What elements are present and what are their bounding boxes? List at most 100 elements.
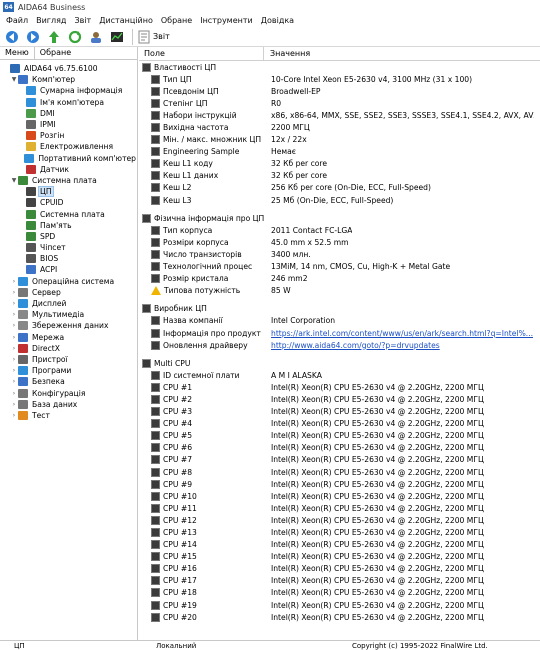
property-row[interactable]: CPU #10 Intel(R) Xeon(R) CPU E5-2630 v4 @… [139,490,540,502]
tree-item-bios[interactable]: BIOS [0,253,137,264]
tree-item-spd[interactable]: SPD [0,231,137,242]
property-row[interactable]: Кеш L2 256 Кб per core (On-Die, ECC, Full… [139,182,540,194]
property-row[interactable]: Engineering Sample Немає [139,146,540,158]
tree-item-motherboard-sub[interactable]: Системна плата [0,208,137,219]
tree-item-ipmi[interactable]: IPMI [0,119,137,130]
tree-item-dmi[interactable]: DMI [0,108,137,119]
menu-view[interactable]: Вигляд [32,16,70,25]
chevron-right-icon[interactable]: › [10,300,18,307]
back-button[interactable] [4,29,20,45]
property-row[interactable]: CPU #19 Intel(R) Xeon(R) CPU E5-2630 v4 @… [139,599,540,611]
property-row[interactable]: ID системної плати A M I ALASKA [139,369,540,381]
refresh-button[interactable] [67,29,83,45]
up-button[interactable] [46,29,62,45]
tree-item-config[interactable]: › Конфігурація [0,387,137,398]
property-row[interactable]: Мін. / макс. множник ЦП 12x / 22x [139,134,540,146]
column-value-header[interactable]: Значення [264,47,310,60]
property-row[interactable]: Технологічний процес 13MiM, 14 nm, CMOS, … [139,261,540,273]
property-row[interactable]: CPU #16 Intel(R) Xeon(R) CPU E5-2630 v4 @… [139,563,540,575]
property-row[interactable]: CPU #14 Intel(R) Xeon(R) CPU E5-2630 v4 @… [139,539,540,551]
report-button[interactable]: Звіт [138,30,170,44]
property-row[interactable]: Псевдонім ЦП Broadwell-EP [139,85,540,97]
chevron-right-icon[interactable]: › [10,322,18,329]
property-row[interactable]: Розмір кристала 246 mm2 [139,273,540,285]
tree-item-directx[interactable]: › DirectX [0,343,137,354]
chevron-right-icon[interactable]: › [10,278,18,285]
chevron-right-icon[interactable]: › [10,367,18,374]
property-link[interactable]: https://ark.intel.com/content/www/us/en/… [264,329,533,338]
property-row[interactable]: CPU #6 Intel(R) Xeon(R) CPU E5-2630 v4 @ … [139,442,540,454]
tree-item-devices[interactable]: › Пристрої [0,354,137,365]
property-row[interactable]: CPU #18 Intel(R) Xeon(R) CPU E5-2630 v4 @… [139,587,540,599]
property-row[interactable]: CPU #15 Intel(R) Xeon(R) CPU E5-2630 v4 @… [139,551,540,563]
menu-remote[interactable]: Дистанційно [95,16,157,25]
property-row[interactable]: CPU #20 Intel(R) Xeon(R) CPU E5-2630 v4 @… [139,611,540,623]
chart-button[interactable] [109,29,125,45]
property-row[interactable]: CPU #13 Intel(R) Xeon(R) CPU E5-2630 v4 @… [139,526,540,538]
property-row[interactable]: CPU #1 Intel(R) Xeon(R) CPU E5-2630 v4 @ … [139,381,540,393]
tree-item-chipset[interactable]: Чіпсет [0,242,137,253]
tree-item-server[interactable]: › Сервер [0,287,137,298]
tree-item-storage[interactable]: › Збереження даних [0,320,137,331]
menu-tools[interactable]: Інструменти [196,16,257,25]
property-row[interactable]: Тип корпуса 2011 Contact FC-LGA [139,224,540,236]
chevron-right-icon[interactable]: › [10,401,18,408]
tree-item-summary[interactable]: Сумарна інформація [0,85,137,96]
tree-item-database[interactable]: › База даних [0,399,137,410]
property-row[interactable]: CPU #12 Intel(R) Xeon(R) CPU E5-2630 v4 @… [139,514,540,526]
property-row[interactable]: Степінг ЦП R0 [139,97,540,109]
tree-item-computer[interactable]: ▼ Комп'ютер [0,74,137,85]
tree-item-os[interactable]: › Операційна система [0,276,137,287]
tab-menu[interactable]: Меню [0,47,35,59]
tab-favorites[interactable]: Обране [35,47,76,59]
tree-item-overclock[interactable]: Розгін [0,130,137,141]
property-row[interactable]: Типова потужність 85 W [139,285,540,297]
property-row[interactable]: Число транзисторів 3400 млн. [139,248,540,260]
tree-item-portable[interactable]: Портативний комп'ютер [0,153,137,164]
property-row[interactable]: Набори інструкцій x86, x86-64, MMX, SSE, … [139,109,540,121]
chevron-right-icon[interactable]: › [10,345,18,352]
tree-item-test[interactable]: › Тест [0,410,137,421]
chevron-down-icon[interactable]: ▼ [10,76,18,83]
tree-item-motherboard[interactable]: ▼ Системна плата [0,175,137,186]
menu-favorites[interactable]: Обране [157,16,196,25]
property-row[interactable]: CPU #3 Intel(R) Xeon(R) CPU E5-2630 v4 @ … [139,406,540,418]
tree-item-acpi[interactable]: ACPI [0,264,137,275]
property-row[interactable]: CPU #4 Intel(R) Xeon(R) CPU E5-2630 v4 @ … [139,418,540,430]
tree-item-security[interactable]: › Безпека [0,376,137,387]
tree-item-cpu[interactable]: ЦП [0,186,137,198]
property-row[interactable]: Кеш L3 25 Мб (On-Die, ECC, Full-Speed) [139,194,540,206]
tree-item-memory[interactable]: Пам'ять [0,220,137,231]
property-row[interactable]: Інформація про продукт https://ark.intel.… [139,327,540,339]
menu-file[interactable]: Файл [2,16,32,25]
property-row[interactable]: Розміри корпуса 45.0 mm x 52.5 mm [139,236,540,248]
tree-item-display[interactable]: › Дисплей [0,298,137,309]
chevron-right-icon[interactable]: › [10,356,18,363]
property-row[interactable]: Кеш L1 коду 32 Кб per core [139,158,540,170]
chevron-right-icon[interactable]: › [10,334,18,341]
property-row[interactable]: CPU #17 Intel(R) Xeon(R) CPU E5-2630 v4 @… [139,575,540,587]
menu-report[interactable]: Звіт [70,16,95,25]
property-row[interactable]: CPU #7 Intel(R) Xeon(R) CPU E5-2630 v4 @ … [139,454,540,466]
property-row[interactable]: Кеш L1 даних 32 Кб per core [139,170,540,182]
tree-item-network[interactable]: › Мережа [0,332,137,343]
property-row[interactable]: Назва компанії Intel Corporation [139,315,540,327]
property-row[interactable]: CPU #2 Intel(R) Xeon(R) CPU E5-2630 v4 @ … [139,393,540,405]
property-row[interactable]: CPU #5 Intel(R) Xeon(R) CPU E5-2630 v4 @ … [139,430,540,442]
property-row[interactable]: CPU #8 Intel(R) Xeon(R) CPU E5-2630 v4 @ … [139,466,540,478]
tree-item-programs[interactable]: › Програми [0,365,137,376]
forward-button[interactable] [25,29,41,45]
chevron-down-icon[interactable]: ▼ [10,177,18,184]
tree-item-computer-name[interactable]: Ім'я комп'ютера [0,97,137,108]
chevron-right-icon[interactable]: › [10,378,18,385]
tree-item-cpuid[interactable]: CPUID [0,197,137,208]
property-row[interactable]: Оновлення драйверу http://www.aida64.com/… [139,339,540,351]
property-row[interactable]: Вихідна частота 2200 МГЦ [139,121,540,133]
tree-item-multimedia[interactable]: › Мультимедіа [0,309,137,320]
property-row[interactable]: CPU #9 Intel(R) Xeon(R) CPU E5-2630 v4 @ … [139,478,540,490]
chevron-right-icon[interactable]: › [10,311,18,318]
chevron-right-icon[interactable]: › [10,289,18,296]
chevron-right-icon[interactable]: › [10,412,18,419]
chevron-right-icon[interactable]: › [10,390,18,397]
property-row[interactable]: Тип ЦП 10-Core Intel Xeon E5-2630 v4, 310… [139,73,540,85]
